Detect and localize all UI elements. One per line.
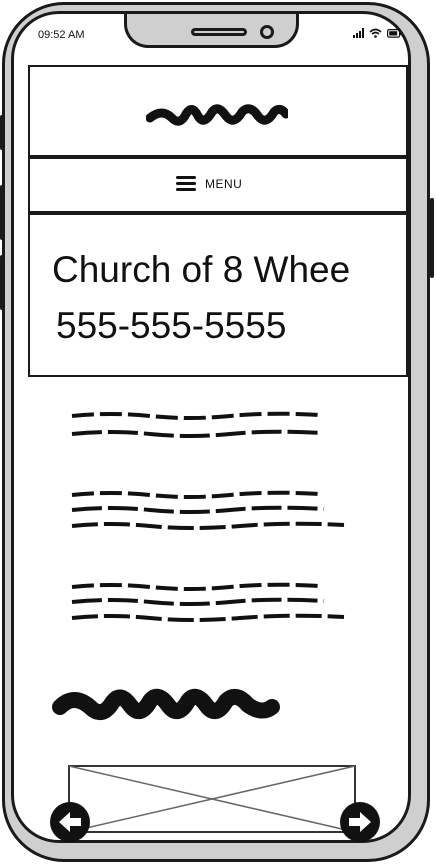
section-heading xyxy=(52,688,280,721)
paragraph-1 xyxy=(71,411,323,438)
status-time: 09:52 AM xyxy=(38,29,85,41)
signal-icon xyxy=(353,28,364,38)
hero-section xyxy=(28,213,408,377)
menu-button[interactable]: MENU xyxy=(176,176,242,191)
prev-button[interactable] xyxy=(50,802,90,842)
status-icons xyxy=(353,28,402,38)
paragraph-2 xyxy=(71,490,345,530)
side-button xyxy=(0,115,4,150)
hero-title: Church of 8 Whee xyxy=(52,249,351,290)
side-button xyxy=(0,185,4,240)
paragraph-3 xyxy=(71,582,345,622)
side-button xyxy=(0,255,4,310)
hero-phone[interactable]: 555-555-5555 xyxy=(56,305,286,347)
power-button xyxy=(430,198,434,278)
arrow-left-icon xyxy=(59,812,81,832)
image-placeholder xyxy=(68,765,356,833)
next-button[interactable] xyxy=(340,802,380,842)
battery-icon xyxy=(387,29,402,38)
menu-label: MENU xyxy=(205,176,243,191)
arrow-right-icon xyxy=(349,812,371,832)
speaker xyxy=(191,28,247,36)
hamburger-icon xyxy=(176,176,196,191)
camera xyxy=(260,25,274,39)
wifi-icon xyxy=(369,28,382,38)
logo[interactable] xyxy=(146,100,288,130)
